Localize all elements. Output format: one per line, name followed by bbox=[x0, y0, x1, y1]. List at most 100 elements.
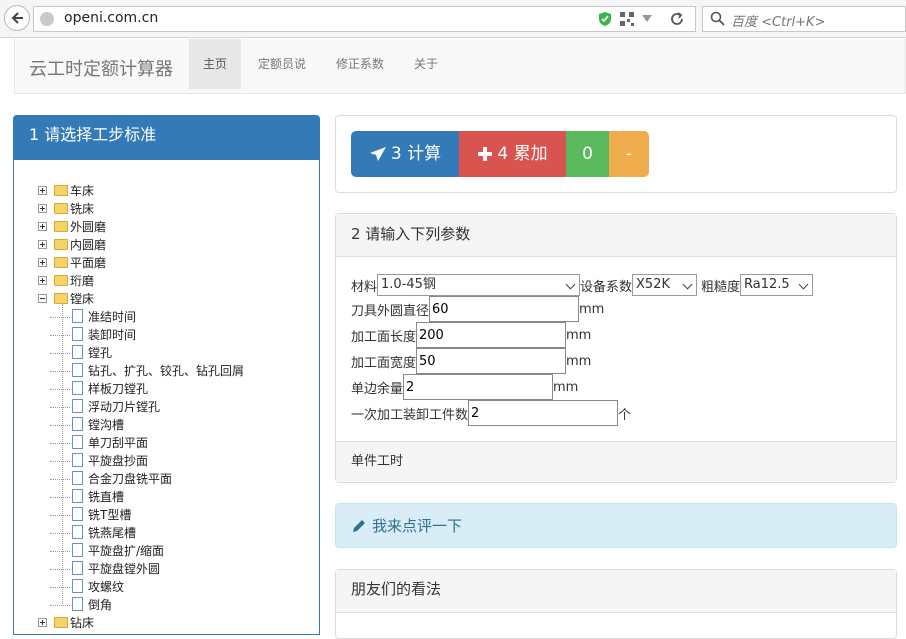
allowance-row: 单边余量 mm bbox=[351, 374, 578, 400]
qr-code-icon[interactable] bbox=[620, 12, 634, 26]
tree-leaf[interactable]: 装卸时间 bbox=[14, 326, 314, 344]
calculate-button[interactable]: 3 计算 bbox=[351, 131, 459, 177]
minus-label: - bbox=[625, 144, 633, 164]
nav-home[interactable]: 主页 bbox=[189, 39, 242, 89]
tree-folder[interactable]: 外圆磨 bbox=[14, 218, 314, 236]
tree-connector bbox=[50, 353, 70, 354]
pieces-row: 一次加工装卸工件数 个 bbox=[351, 400, 631, 426]
folder-icon bbox=[54, 293, 68, 304]
dropdown-arrow-icon[interactable] bbox=[642, 15, 652, 22]
address-bar[interactable]: openi.com.cn bbox=[33, 6, 696, 32]
tree-folder-label: 钻床 bbox=[70, 616, 95, 630]
tree-folder[interactable]: 车床 bbox=[14, 182, 314, 200]
tree-leaf[interactable]: 准结时间 bbox=[14, 308, 314, 326]
search-icon bbox=[710, 11, 725, 26]
roughness-select[interactable]: Ra12.5 bbox=[740, 274, 814, 296]
allowance-input[interactable] bbox=[403, 374, 554, 400]
folder-icon bbox=[54, 239, 68, 250]
tree-connector bbox=[50, 461, 70, 462]
tree-leaf[interactable]: 平旋盘扩/缩面 bbox=[14, 542, 314, 560]
tree-leaf[interactable]: 平旋盘抄面 bbox=[14, 452, 314, 470]
tree-leaf[interactable]: 浮动刀片镗孔 bbox=[14, 398, 314, 416]
pieces-input[interactable] bbox=[468, 400, 619, 426]
url-text: openi.com.cn bbox=[64, 10, 159, 26]
document-icon bbox=[72, 579, 83, 593]
tool-diameter-input[interactable] bbox=[429, 296, 580, 322]
tree-leaf[interactable]: 镗沟槽 bbox=[14, 416, 314, 434]
step-standard-panel: 1 请选择工步标准 车床 铣床 外圆磨 内圆磨 平面磨 珩磨 镗床 准结时间 装卸时间 镗孔 钻孔、… bbox=[13, 115, 320, 635]
tree-leaf[interactable]: 攻螺纹 bbox=[14, 578, 314, 596]
document-icon bbox=[72, 453, 83, 467]
material-row: 材料 1.0-45钢 设备系数 X52K 粗糙度 Ra12.5 bbox=[351, 274, 814, 296]
tree-folder-open[interactable]: 镗床 bbox=[14, 290, 314, 308]
tree-connector bbox=[50, 515, 70, 516]
tree-leaf[interactable]: 钻孔、扩孔、铰孔、钻孔回屑 bbox=[14, 362, 314, 380]
roughness-label: 粗糙度 bbox=[701, 279, 741, 295]
nav-about[interactable]: 关于 bbox=[400, 39, 452, 89]
tree-leaf[interactable]: 合金刀盘铣平面 bbox=[14, 470, 314, 488]
length-input[interactable] bbox=[416, 322, 567, 348]
back-button[interactable] bbox=[4, 5, 30, 31]
tree-folder-label: 外圆磨 bbox=[70, 220, 107, 234]
tree-folder[interactable]: 铣床 bbox=[14, 200, 314, 218]
expand-icon[interactable] bbox=[38, 240, 47, 249]
tree-folder[interactable]: 内圆磨 bbox=[14, 236, 314, 254]
nav-rater-says[interactable]: 定额员说 bbox=[244, 39, 320, 89]
tree-leaf-label: 铣燕尾槽 bbox=[88, 526, 137, 540]
tree-leaf[interactable]: 铣直槽 bbox=[14, 488, 314, 506]
length-label: 加工面长度 bbox=[351, 329, 417, 345]
nav-correction-factor[interactable]: 修正系数 bbox=[322, 39, 398, 89]
tree-connector bbox=[50, 425, 70, 426]
document-icon bbox=[72, 435, 83, 449]
tree-connector bbox=[50, 443, 70, 444]
tree-folder-label: 车床 bbox=[70, 184, 95, 198]
document-icon bbox=[72, 561, 83, 575]
document-icon bbox=[72, 489, 83, 503]
document-icon bbox=[72, 363, 83, 377]
tree-leaf[interactable]: 铣燕尾槽 bbox=[14, 524, 314, 542]
tree-connector bbox=[50, 497, 70, 498]
tree-folder[interactable]: 珩磨 bbox=[14, 272, 314, 290]
accumulate-button[interactable]: 4 累加 bbox=[459, 131, 566, 177]
minus-button[interactable]: - bbox=[609, 131, 649, 177]
tree-connector bbox=[50, 551, 70, 552]
material-select[interactable]: 1.0-45钢 bbox=[377, 274, 581, 296]
tree-folder-label: 镗床 bbox=[70, 292, 95, 306]
equip-label: 设备系数 bbox=[580, 279, 633, 295]
expand-icon[interactable] bbox=[38, 204, 47, 213]
equipment-select[interactable]: X52K bbox=[632, 274, 698, 296]
friends-panel: 朋友们的看法 bbox=[335, 569, 897, 639]
tree-folder[interactable]: 平面磨 bbox=[14, 254, 314, 272]
expand-icon[interactable] bbox=[38, 618, 47, 627]
search-bar[interactable]: 百度 <Ctrl+K> bbox=[702, 6, 906, 32]
count-button[interactable]: 0 bbox=[566, 131, 609, 177]
tree-leaf[interactable]: 单刀刮平面 bbox=[14, 434, 314, 452]
length-unit: mm bbox=[566, 327, 592, 343]
document-icon bbox=[72, 327, 83, 341]
tree-folder[interactable]: 钻床 bbox=[14, 614, 314, 632]
tool-diameter-unit: mm bbox=[579, 301, 605, 317]
comment-link[interactable]: 我来点评一下 bbox=[351, 515, 462, 536]
expand-icon[interactable] bbox=[38, 276, 47, 285]
reload-icon[interactable] bbox=[668, 10, 686, 28]
shield-icon[interactable] bbox=[598, 11, 612, 27]
tree-leaf[interactable]: 平旋盘镗外圆 bbox=[14, 560, 314, 578]
expand-icon[interactable] bbox=[38, 186, 47, 195]
expand-icon[interactable] bbox=[38, 222, 47, 231]
comment-panel[interactable]: 我来点评一下 bbox=[335, 503, 897, 548]
site-brand[interactable]: 云工时定额计算器 bbox=[29, 55, 173, 81]
collapse-icon[interactable] bbox=[38, 294, 47, 303]
tree-leaf-label: 平旋盘抄面 bbox=[88, 454, 149, 468]
tree-leaf[interactable]: 铣T型槽 bbox=[14, 506, 314, 524]
document-icon bbox=[72, 381, 83, 395]
friends-title: 朋友们的看法 bbox=[336, 570, 896, 613]
tree-leaf[interactable]: 镗孔 bbox=[14, 344, 314, 362]
expand-icon[interactable] bbox=[38, 258, 47, 267]
tree-leaf-label: 钻孔、扩孔、铰孔、钻孔回屑 bbox=[88, 364, 245, 378]
tree-connector bbox=[50, 407, 70, 408]
pieces-label: 一次加工装卸工件数 bbox=[351, 407, 469, 423]
width-input[interactable] bbox=[416, 348, 567, 374]
pieces-unit: 个 bbox=[618, 407, 632, 423]
tree-leaf[interactable]: 倒角 bbox=[14, 596, 314, 614]
tree-leaf[interactable]: 样板刀镗孔 bbox=[14, 380, 314, 398]
